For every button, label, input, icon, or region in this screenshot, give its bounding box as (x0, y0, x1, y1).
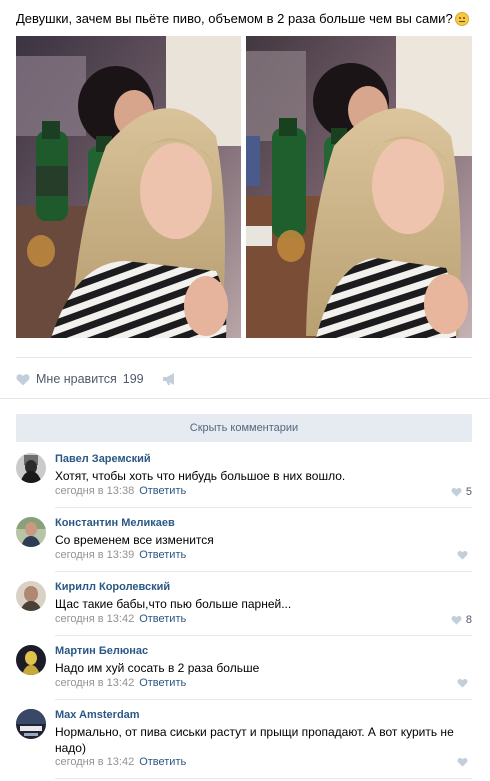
comment-author[interactable]: Max Amsterdam (55, 709, 140, 721)
confused-face-emoji-icon (454, 12, 469, 26)
comment-time[interactable]: сегодня в 13:42 (55, 756, 134, 768)
comment-item: Константин Меликаев Со временем все изме… (16, 517, 472, 567)
avatar[interactable] (16, 517, 46, 547)
hide-comments-button[interactable]: Скрыть комментарии (16, 414, 472, 442)
comment-text: Хотят, чтобы хоть что нибудь большое в н… (55, 469, 346, 483)
comment-like[interactable]: 8 (451, 614, 472, 626)
heart-icon (457, 757, 468, 767)
heart-icon (457, 678, 468, 688)
comment-meta: сегодня в 13:39 Ответить (55, 549, 186, 561)
reply-link[interactable]: Ответить (139, 677, 186, 689)
heart-icon[interactable] (16, 373, 30, 386)
reply-link[interactable]: Ответить (139, 485, 186, 497)
comment-time[interactable]: сегодня в 13:42 (55, 613, 134, 625)
reply-link[interactable]: Ответить (139, 756, 186, 768)
divider (55, 571, 472, 572)
comment-like[interactable] (457, 550, 472, 560)
comment-text: Надо им хуй сосать в 2 раза больше (55, 661, 260, 675)
divider (55, 635, 472, 636)
comment-like[interactable] (457, 757, 472, 767)
heart-icon (451, 487, 462, 497)
reply-link[interactable]: Ответить (139, 549, 186, 561)
avatar[interactable] (16, 453, 46, 483)
comment-like-count: 8 (465, 614, 472, 626)
comment-text: Нормально, от пива сиськи растут и прыщи… (55, 725, 454, 755)
comment-text: Со временем все изменится (55, 533, 214, 547)
share-megaphone-icon[interactable] (162, 372, 178, 386)
heart-icon (451, 615, 462, 625)
heart-icon (457, 550, 468, 560)
divider (0, 398, 490, 399)
comment-author[interactable]: Мартин Белюнас (55, 645, 148, 657)
comment-like[interactable] (457, 678, 472, 688)
comment-item: Max Amsterdam Нормально, от пива сиськи … (16, 709, 472, 775)
comment-item: Павел Заремский Хотят, чтобы хоть что ни… (16, 453, 472, 503)
avatar[interactable] (16, 581, 46, 611)
comment-meta: сегодня в 13:38 Ответить (55, 485, 186, 497)
comment-like[interactable]: 5 (451, 486, 472, 498)
like-count: 199 (122, 372, 144, 386)
comment-item: Мартин Белюнас Надо им хуй сосать в 2 ра… (16, 645, 472, 695)
comment-time[interactable]: сегодня в 13:39 (55, 549, 134, 561)
avatar[interactable] (16, 709, 46, 739)
like-label[interactable]: Мне нравится (36, 372, 117, 386)
comment-time[interactable]: сегодня в 13:42 (55, 677, 134, 689)
comment-text: Щас такие бабы,что пью больше парней... (55, 597, 292, 611)
comment-author[interactable]: Кирилл Королевский (55, 581, 170, 593)
divider (55, 699, 472, 700)
comment-item: Кирилл Королевский Щас такие бабы,что пь… (16, 581, 472, 631)
post-text: Девушки, зачем вы пьёте пиво, объемом в … (16, 10, 476, 27)
comment-time[interactable]: сегодня в 13:38 (55, 485, 134, 497)
like-bar: Мне нравится 199 (16, 370, 178, 388)
divider (16, 357, 472, 358)
divider (55, 507, 472, 508)
comment-meta: сегодня в 13:42 Ответить (55, 613, 186, 625)
divider (55, 778, 472, 779)
comment-author[interactable]: Павел Заремский (55, 453, 151, 465)
comment-like-count: 5 (465, 486, 472, 498)
comment-author[interactable]: Константин Меликаев (55, 517, 175, 529)
avatar[interactable] (16, 645, 46, 675)
reply-link[interactable]: Ответить (139, 613, 186, 625)
post-photo-1[interactable] (16, 36, 241, 338)
comment-meta: сегодня в 13:42 Ответить (55, 677, 186, 689)
post-photo-2[interactable] (246, 36, 472, 338)
comment-meta: сегодня в 13:42 Ответить (55, 756, 186, 768)
